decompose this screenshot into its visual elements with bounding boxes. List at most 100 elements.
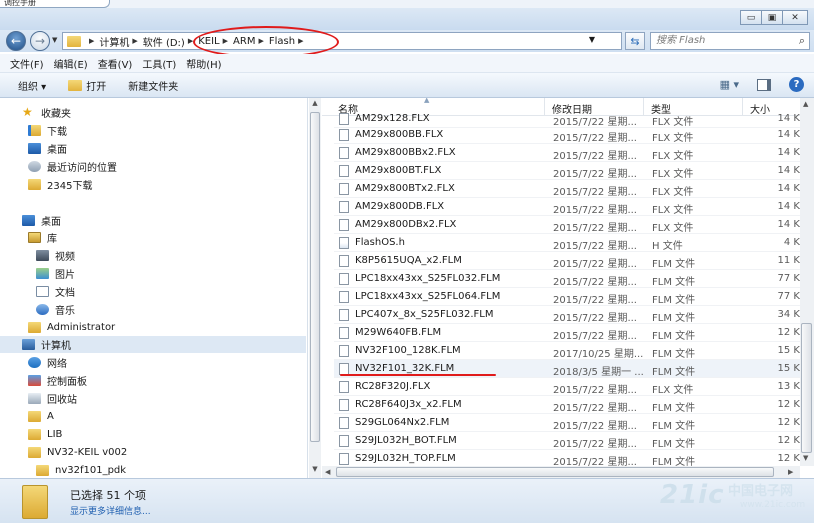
show-more-details-link[interactable]: 显示更多详细信息... [70, 504, 151, 517]
view-options-icon[interactable]: ▦ ▾ [720, 78, 739, 91]
user-folder-icon [28, 322, 41, 333]
nav-favorites[interactable]: ★ 收藏夹 [22, 104, 71, 121]
nav-desktop-fav[interactable]: 桌面 [28, 140, 67, 157]
file-horizontal-scrollbar[interactable]: ◀ ▶ [322, 466, 800, 478]
selection-count: 已选择 51 个项 [70, 489, 146, 502]
nav-desktop[interactable]: 桌面 [22, 212, 61, 229]
breadcrumb-0[interactable]: ▶ 计算机 [86, 34, 129, 49]
open-icon [68, 79, 83, 91]
file-row[interactable]: RC28F320J.FLX 2015/7/22 星期... FLX 文件 13 K [334, 378, 800, 396]
nav-downloads[interactable]: 下载 [28, 122, 67, 139]
menu-bar: 文件(F) 编辑(E) 查看(V) 工具(T) 帮助(H) [0, 54, 814, 73]
forward-button[interactable]: → [30, 31, 50, 51]
nav-network[interactable]: 网络 [28, 354, 67, 371]
menu-tools[interactable]: 工具(T) [142, 56, 176, 71]
minimize-button[interactable]: ▭ [740, 10, 762, 25]
nav-folder-lib[interactable]: LIB [28, 426, 62, 443]
history-dropdown-icon[interactable]: ▼ [52, 36, 57, 44]
file-row[interactable]: AM29x800BBx2.FLX 2015/7/22 星期... FLX 文件 14 … [334, 144, 800, 162]
file-row[interactable]: RC28F640J3x_x2.FLM 2015/7/22 星期... FLM 文件 1… [334, 396, 800, 414]
file-scroll-thumb[interactable] [801, 323, 812, 453]
nav-control-panel[interactable]: 控制面板 [28, 372, 87, 389]
file-row[interactable]: K8P5615UQA_x2.FLM 2015/7/22 星期... FLM 文件 11… [334, 252, 800, 270]
chevron-right-icon: ▶ [89, 37, 95, 45]
menu-edit[interactable]: 编辑(E) [54, 56, 88, 71]
library-icon [28, 232, 41, 243]
nav-music[interactable]: 音乐 [36, 301, 75, 318]
file-row[interactable]: M29W640FB.FLM 2015/7/22 星期... FLM 文件 12 K [334, 324, 800, 342]
nav-folder-pdk[interactable]: nv32f101_pdk [36, 462, 126, 479]
open-button[interactable]: 打开 [68, 78, 106, 93]
nav-scrollbar[interactable]: ▲ ▼ [309, 98, 321, 478]
file-row[interactable]: AM29x800DB.FLX 2015/7/22 星期... FLX 文件 14 K [334, 198, 800, 216]
scroll-down-icon[interactable]: ▼ [309, 465, 321, 477]
file-row[interactable]: AM29x800BB.FLX 2015/7/22 星期... FLX 文件 14 K [334, 126, 800, 144]
scroll-right-icon[interactable]: ▶ [788, 468, 793, 476]
help-icon[interactable]: ? [789, 77, 804, 92]
menu-help[interactable]: 帮助(H) [186, 56, 221, 71]
folder-icon [36, 465, 49, 476]
file-row[interactable]: LPC18xx43xx_S25FL064.FLM 2015/7/22 星期... F… [334, 288, 800, 306]
back-button[interactable]: ← [6, 31, 26, 51]
file-row[interactable]: S29GL064Nx2.FLM 2015/7/22 星期... FLM 文件 12 K [334, 414, 800, 432]
nav-recent[interactable]: 最近访问的位置 [28, 158, 117, 175]
nav-library[interactable]: 库 [28, 229, 57, 246]
watermark-url: www.21ic.com [740, 500, 806, 510]
nav-folder-nv32keil[interactable]: NV32-KEIL v002 [28, 444, 127, 461]
menu-file[interactable]: 文件(F) [10, 56, 44, 71]
file-row[interactable]: LPC407x_8x_S25FL032.FLM 2015/7/22 星期... FL… [334, 306, 800, 324]
nav-2345-download[interactable]: 2345下载 [28, 176, 92, 193]
nav-computer[interactable]: 计算机 [0, 336, 306, 353]
horizontal-scroll-thumb[interactable] [336, 467, 774, 477]
file-vertical-scrollbar[interactable]: ▲ ▼ [800, 98, 814, 466]
file-row[interactable]: AM29x800DBx2.FLX 2015/7/22 星期... FLX 文件 14 … [334, 216, 800, 234]
file-row[interactable]: S29JL032H_TOP.FLM 2015/7/22 星期... FLM 文件 12… [334, 450, 800, 466]
file-row[interactable]: NV32F100_128K.FLM 2017/10/25 星期... FLM 文件 1… [334, 342, 800, 360]
folder-icon [28, 179, 41, 190]
scroll-down-icon[interactable]: ▼ [803, 454, 808, 462]
arrow-left-icon: ← [10, 34, 22, 48]
file-row[interactable]: LPC18xx43xx_S25FL032.FLM 2015/7/22 星期... F… [334, 270, 800, 288]
breadcrumb-4[interactable]: ▶ Flash ▶ [255, 36, 308, 47]
address-box[interactable]: ▶ 计算机 ▶ 软件 (D:) ▶ KEIL ▶ ARM ▶ Flash ▶ ▼ [62, 32, 622, 50]
computer-icon [22, 339, 35, 350]
nav-scroll-thumb[interactable] [310, 112, 320, 442]
file-row[interactable]: AM29x800BTx2.FLX 2015/7/22 星期... FLX 文件 14 … [334, 180, 800, 198]
scroll-up-icon[interactable]: ▲ [309, 99, 321, 111]
breadcrumb-3[interactable]: ▶ ARM [220, 36, 256, 47]
recycle-bin-icon [28, 393, 41, 404]
preview-pane-icon[interactable] [757, 78, 771, 91]
refresh-button[interactable]: ⇆ [625, 32, 645, 50]
star-icon: ★ [22, 105, 33, 119]
nav-pictures[interactable]: 图片 [36, 265, 75, 282]
documents-icon [36, 286, 49, 297]
file-icon [339, 183, 349, 195]
nav-documents[interactable]: 文档 [36, 283, 75, 300]
scroll-left-icon[interactable]: ◀ [325, 468, 330, 476]
nav-video[interactable]: 视频 [36, 247, 75, 264]
search-input[interactable]: 搜索 Flash ⌕ [650, 32, 810, 50]
nav-recycle-bin[interactable]: 回收站 [28, 390, 77, 407]
breadcrumb-2[interactable]: ▶ KEIL [185, 36, 220, 47]
file-row[interactable]: AM29x800BT.FLX 2015/7/22 星期... FLX 文件 14 K [334, 162, 800, 180]
search-icon[interactable]: ⌕ [799, 33, 805, 49]
scroll-up-icon[interactable]: ▲ [803, 100, 808, 108]
maximize-button[interactable]: ▣ [761, 10, 783, 25]
file-row[interactable]: S29JL032H_BOT.FLM 2015/7/22 星期... FLM 文件 12… [334, 432, 800, 450]
address-dropdown-icon[interactable]: ▼ [589, 35, 595, 44]
title-bar: ▭ ▣ ✕ [0, 8, 814, 30]
chevron-right-icon: ▶ [222, 37, 229, 45]
menu-view[interactable]: 查看(V) [98, 56, 133, 71]
desktop-icon [22, 215, 35, 226]
organize-button[interactable]: 组织 ▾ [18, 78, 46, 93]
breadcrumb-1[interactable]: ▶ 软件 (D:) [129, 34, 184, 49]
top-tab[interactable]: 调控手册 [0, 0, 110, 8]
chevron-right-icon: ▶ [187, 37, 194, 45]
network-icon [28, 357, 41, 368]
nav-administrator[interactable]: Administrator [28, 319, 115, 336]
new-folder-button[interactable]: 新建文件夹 [128, 78, 178, 93]
nav-folder-a[interactable]: A [28, 408, 54, 425]
file-row[interactable]: FlashOS.h 2015/7/22 星期... H 文件 4 K [334, 234, 800, 252]
file-icon [339, 417, 349, 429]
close-button[interactable]: ✕ [782, 10, 808, 25]
